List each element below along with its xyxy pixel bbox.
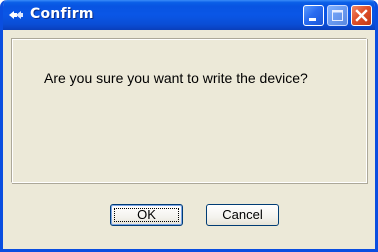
app-icon bbox=[8, 8, 24, 22]
window-title: Confirm bbox=[30, 6, 94, 22]
title-bar[interactable]: Confirm bbox=[3, 0, 375, 30]
maximize-button[interactable] bbox=[327, 5, 348, 26]
close-icon bbox=[355, 9, 368, 22]
ok-label: OK bbox=[137, 207, 156, 222]
confirm-message: Are you sure you want to write the devic… bbox=[44, 70, 308, 86]
close-button[interactable] bbox=[351, 5, 372, 26]
minimize-icon bbox=[309, 18, 316, 21]
confirm-dialog: Confirm Are you sure you want to write t… bbox=[0, 0, 378, 252]
message-panel: Are you sure you want to write the devic… bbox=[11, 38, 367, 183]
maximize-icon bbox=[332, 10, 343, 21]
ok-button[interactable]: OK bbox=[110, 204, 183, 226]
cancel-button[interactable]: Cancel bbox=[206, 204, 279, 226]
minimize-button[interactable] bbox=[303, 5, 324, 26]
cancel-label: Cancel bbox=[222, 207, 263, 222]
